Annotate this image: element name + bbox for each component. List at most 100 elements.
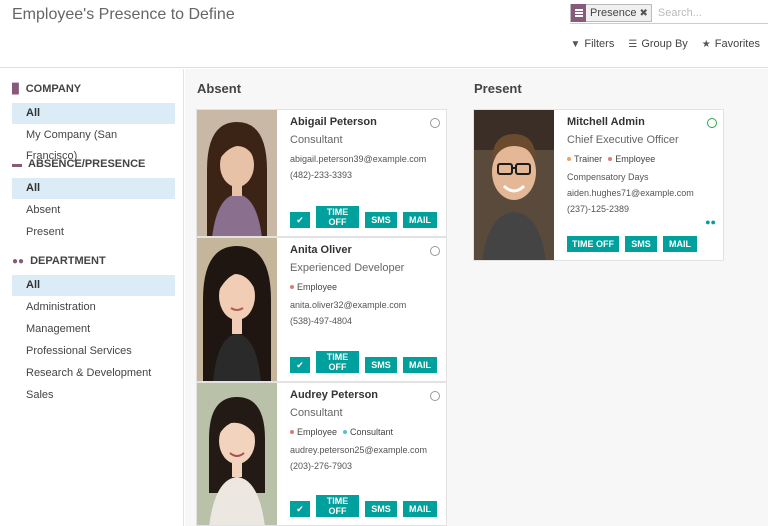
filter-facet-icon [571,4,586,22]
card-actions: TIME OFF SMS MAIL [567,236,697,252]
tag-label: Consultant [350,427,394,437]
facet-remove-icon[interactable]: ✖ [639,8,650,19]
presence-category: ▬ ABSENCE/PRESENCE All Absent Present [0,156,183,243]
time-off-label-1: TIME [326,207,349,217]
time-off-label-2: OFF [328,362,347,372]
time-off-button[interactable]: TIME OFF [316,206,359,228]
tag-dot-icon [343,430,348,434]
tag-dot-icon [567,157,571,161]
employee-phone: (538)-497-4804 [290,316,353,326]
department-item-professional-services[interactable]: Professional Services [12,341,175,362]
presence-header: ▬ ABSENCE/PRESENCE [0,156,183,172]
employee-tags: Trainer Employee [567,154,715,164]
page-title: Employee's Presence to Define [12,6,235,23]
check-icon: ✔ [296,504,304,514]
tag-dot-icon [290,430,294,434]
tag-dot-icon [608,157,613,161]
time-off-label-2: OFF [328,506,347,516]
time-off-label-1: TIME [326,352,349,362]
employee-name[interactable]: Abigail Peterson [290,116,438,128]
card-actions: ✔ TIME OFF SMS MAIL [290,351,437,373]
employee-card[interactable]: Abigail Peterson Consultant abigail.pete… [196,109,447,237]
list-icon: ☰ [628,38,638,50]
sms-button[interactable]: SMS [365,357,397,373]
department-item-all[interactable]: All [12,275,175,296]
company-item-my-company[interactable]: My Company (San Francisco) [12,125,175,162]
employee-phone: (237)-125-2389 [567,204,630,214]
tag-trainer: Trainer [567,154,602,164]
mail-button[interactable]: MAIL [403,212,437,228]
presence-status-icon [430,391,440,401]
tag-label: Trainer [574,154,603,164]
employee-card[interactable]: Anita Oliver Experienced Developer Emplo… [196,237,447,382]
presence-item-absent[interactable]: Absent [12,200,175,221]
presence-item-all[interactable]: All [12,178,175,199]
company-item-all[interactable]: All [12,103,175,124]
group-by-label: Group By [641,38,688,50]
presence-status-icon [430,246,440,256]
search-input[interactable] [657,7,768,19]
mail-button[interactable]: MAIL [403,501,437,517]
favorites-label: Favorites [714,38,760,50]
employee-name[interactable]: Mitchell Admin [567,116,715,128]
set-present-button[interactable]: ✔ [290,501,310,517]
employee-job: Experienced Developer [290,262,405,274]
filters-button[interactable]: ▼ Filters [570,38,614,50]
kanban-view: Absent Present Abigail Peterson Consulta… [185,69,768,526]
presence-item-present[interactable]: Present [12,222,175,243]
employee-photo [197,110,277,236]
department-category: ●● DEPARTMENT All Administration Managem… [0,253,183,406]
group-by-button[interactable]: ☰ Group By [628,38,687,50]
company-header: ▉ COMPANY [0,81,183,97]
tag-employee: Employee [290,427,337,437]
department-item-management[interactable]: Management [12,319,175,340]
company-header-label: COMPANY [25,83,82,95]
employee-phone: (482)-233-3393 [290,170,353,180]
search-facet[interactable]: Presence ✖ [570,4,652,22]
tag-label: Employee [297,427,338,437]
department-header: ●● DEPARTMENT [0,253,183,269]
department-item-administration[interactable]: Administration [12,297,175,318]
column-title-present: Present [474,81,522,96]
chat-icon[interactable]: ●● [705,217,716,227]
users-icon: ●● [12,255,25,267]
time-off-button[interactable]: TIME OFF [316,495,359,517]
tag-dot-icon [290,285,294,289]
employee-name[interactable]: Audrey Peterson [290,389,438,401]
favorites-button[interactable]: ★ Favorites [702,38,760,50]
sms-button[interactable]: SMS [365,501,397,517]
tag-label: Employee [615,154,656,164]
time-off-button[interactable]: TIME OFF [316,351,359,373]
card-actions: ✔ TIME OFF SMS MAIL [290,495,437,517]
tag-employee: Employee [290,282,337,292]
employee-photo [197,383,277,525]
check-icon: ✔ [296,360,304,370]
mail-button[interactable]: MAIL [403,357,437,373]
employee-job: Consultant [290,134,343,146]
search-panel-sidebar: ▉ COMPANY All My Company (San Francisco)… [0,69,184,526]
time-off-label-1: TIME [571,239,594,249]
employee-name[interactable]: Anita Oliver [290,244,438,256]
funnel-icon: ▼ [570,38,581,50]
star-icon: ★ [701,38,711,50]
department-item-sales[interactable]: Sales [12,385,175,406]
employee-card[interactable]: Mitchell Admin Chief Executive Officer T… [473,109,724,261]
department-item-research-development[interactable]: Research & Development [12,363,175,384]
sms-button[interactable]: SMS [365,212,397,228]
filters-label: Filters [584,38,615,50]
employee-email: aiden.hughes71@example.com [567,188,694,198]
set-present-button[interactable]: ✔ [290,357,310,373]
employee-tags: Employee [290,282,438,292]
presence-header-label: ABSENCE/PRESENCE [28,158,146,170]
time-off-button[interactable]: TIME OFF [567,236,619,252]
department-header-label: DEPARTMENT [30,255,106,267]
set-present-button[interactable]: ✔ [290,212,310,228]
employee-photo [197,238,277,381]
card-actions: ✔ TIME OFF SMS MAIL [290,206,437,228]
tag-consultant: Consultant [343,427,393,437]
sms-button[interactable]: SMS [625,236,657,252]
employee-card[interactable]: Audrey Peterson Consultant Employee Cons… [196,382,447,526]
tag-employee: Employee [608,154,655,164]
search-box[interactable]: Presence ✖ [570,3,768,24]
mail-button[interactable]: MAIL [663,236,697,252]
